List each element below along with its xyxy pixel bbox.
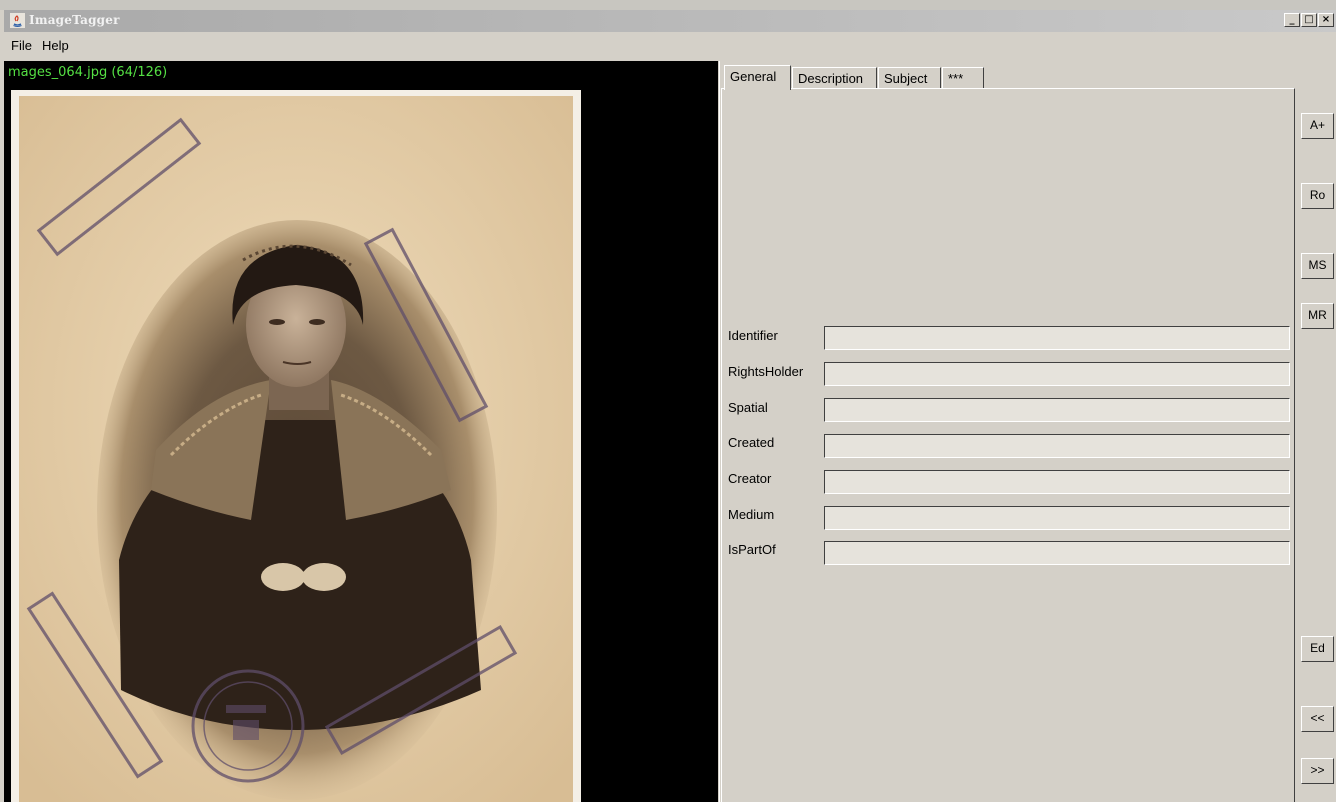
menu-file[interactable]: File	[4, 34, 37, 53]
created-label: Created	[728, 435, 775, 450]
application-window: ImageTagger _ □ × File Help mages_064.jpg…	[0, 0, 1336, 802]
tab-description[interactable]: Description	[792, 67, 877, 89]
rightsholder-field[interactable]	[824, 362, 1290, 386]
title-bar[interactable]: ImageTagger _ □ ×	[4, 10, 1336, 32]
portrait-photo	[11, 90, 581, 802]
ro-button[interactable]: Ro	[1301, 183, 1334, 209]
created-field[interactable]	[824, 434, 1290, 458]
identifier-label: Identifier	[728, 328, 778, 343]
menu-bar: File Help	[4, 34, 1336, 56]
next-image-button[interactable]: >>	[1301, 758, 1334, 784]
general-tab-content: Identifier RightsHolder Spatial Created …	[721, 88, 1295, 802]
minimize-button[interactable]: _	[1284, 13, 1300, 27]
ms-button[interactable]: MS	[1301, 253, 1334, 279]
font-increase-button[interactable]: A+	[1301, 113, 1334, 139]
ispartof-field[interactable]	[824, 541, 1290, 565]
tab-general[interactable]: General	[724, 65, 791, 90]
medium-label: Medium	[728, 507, 775, 522]
ispartof-label: IsPartOf	[728, 542, 776, 557]
creator-label: Creator	[728, 471, 772, 486]
previous-image-button[interactable]: <<	[1301, 706, 1334, 732]
file-name-label: mages_064.jpg (64/126)	[8, 65, 168, 80]
identifier-field[interactable]	[824, 326, 1290, 350]
mr-button[interactable]: MR	[1301, 303, 1334, 329]
edit-button[interactable]: Ed	[1301, 636, 1334, 662]
tab-subject[interactable]: Subject	[878, 67, 941, 89]
window-top-border	[0, 0, 1336, 10]
image-viewer[interactable]: mages_064.jpg (64/126)	[4, 61, 718, 802]
spatial-label: Spatial	[728, 400, 768, 415]
metadata-panel: General Description Subject *** Identifi…	[719, 61, 1336, 802]
window-title: ImageTagger	[29, 13, 120, 27]
menu-help[interactable]: Help	[37, 34, 74, 53]
medium-field[interactable]	[824, 506, 1290, 530]
close-button[interactable]: ×	[1318, 13, 1334, 27]
maximize-button[interactable]: □	[1301, 13, 1317, 27]
spatial-field[interactable]	[824, 398, 1290, 422]
rightsholder-label: RightsHolder	[728, 364, 804, 379]
tab-more[interactable]: ***	[942, 67, 984, 89]
java-app-icon	[10, 13, 25, 28]
creator-field[interactable]	[824, 470, 1290, 494]
